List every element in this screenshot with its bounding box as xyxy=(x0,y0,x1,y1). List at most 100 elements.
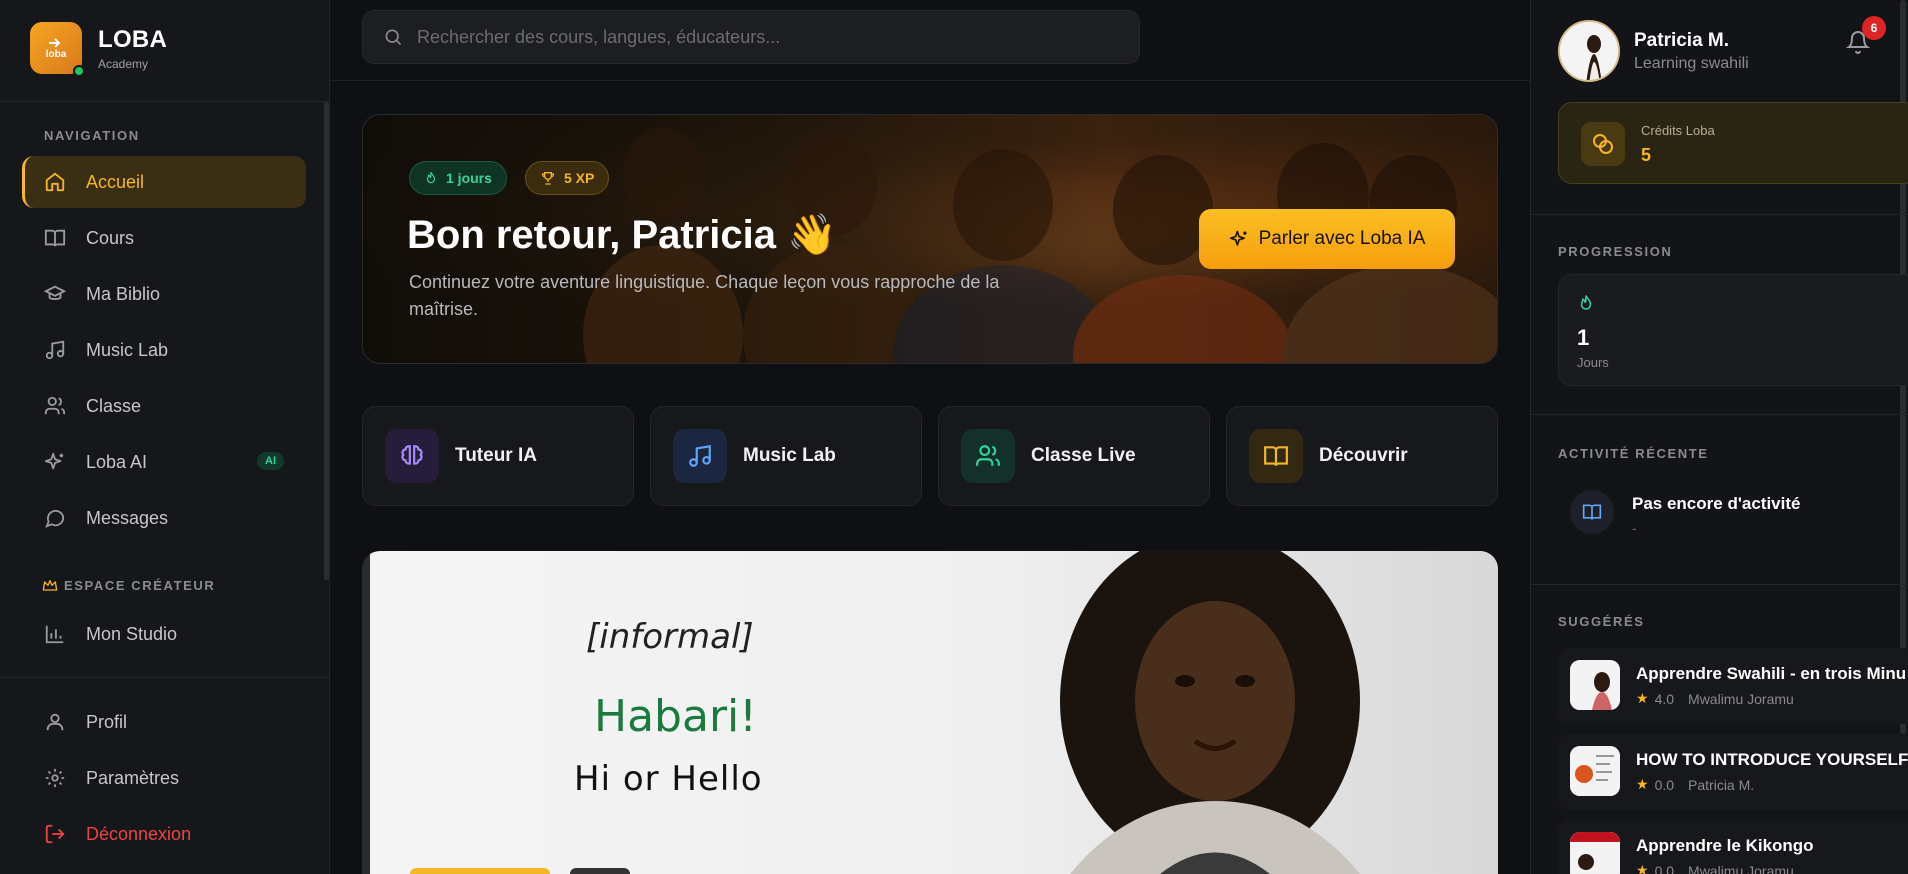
music-icon xyxy=(42,337,68,363)
quick-card-label: Découvrir xyxy=(1319,445,1408,466)
star-icon: ★ xyxy=(1636,862,1649,874)
quick-card-music-lab[interactable]: Music Lab xyxy=(650,406,922,506)
credits-card[interactable]: Crédits Loba 5 xyxy=(1558,102,1908,184)
user-name: Patricia M. xyxy=(1634,30,1730,51)
sidebar-scrollbar[interactable] xyxy=(324,102,329,580)
nav-item-cours[interactable]: Cours xyxy=(22,212,306,264)
video-tag xyxy=(570,868,630,874)
divider xyxy=(0,677,330,678)
flame-icon xyxy=(426,171,436,184)
nav-item-label: Mon Studio xyxy=(86,623,178,644)
quick-card-classe-live[interactable]: Classe Live xyxy=(938,406,1210,506)
users-icon xyxy=(961,429,1015,483)
nav-item-label: Loba AI xyxy=(86,451,148,472)
nav-item-classe[interactable]: Classe xyxy=(22,380,306,432)
course-rating: 0.0 xyxy=(1654,862,1675,874)
activity-empty-title: Pas encore d'activité xyxy=(1632,494,1801,513)
open-book-icon xyxy=(1570,490,1614,534)
nav-item-loba-ai[interactable]: Loba AI AI xyxy=(22,436,306,488)
graduation-cap-icon xyxy=(42,281,68,307)
logout-icon xyxy=(42,821,68,847)
quick-card-label: Classe Live xyxy=(1031,445,1136,466)
brand[interactable]: loba LOBA Academy xyxy=(30,22,168,77)
quick-card-tuteur-ia[interactable]: Tuteur IA xyxy=(362,406,634,506)
nav-item-accueil[interactable]: Accueil xyxy=(22,156,306,208)
nav-item-ma-biblio[interactable]: Ma Biblio xyxy=(22,268,306,320)
trophy-icon xyxy=(541,172,555,185)
home-icon xyxy=(42,169,68,195)
star-icon: ★ xyxy=(1636,690,1649,706)
divider xyxy=(0,101,330,102)
course-thumbnail xyxy=(1570,746,1620,796)
talk-to-loba-ai-button[interactable]: Parler avec Loba IA xyxy=(1199,209,1455,269)
crown-icon xyxy=(42,579,58,591)
logo-text: loba xyxy=(45,48,67,60)
nav-item-label: Profil xyxy=(86,711,128,732)
welcome-subtitle: Continuez votre aventure linguistique. C… xyxy=(409,272,1000,319)
user-learning-status: Learning swahili xyxy=(1634,55,1749,72)
nav-item-label: Music Lab xyxy=(86,339,169,360)
sidebar: loba LOBA Academy NAVIGATION Accueil Cou… xyxy=(0,0,330,874)
search-input[interactable] xyxy=(417,26,1097,48)
suggested-course-card[interactable]: Apprendre Swahili - en trois Minu ★ 4.0 … xyxy=(1558,648,1908,724)
search-icon xyxy=(385,29,402,46)
course-rating: 0.0 xyxy=(1654,776,1675,793)
video-caption-informal: [informal] xyxy=(586,617,754,657)
nav-item-label: Déconnexion xyxy=(86,823,192,844)
recent-activity-label: ACTIVITÉ RÉCENTE xyxy=(1558,446,1709,461)
course-author: Mwalimu Joramu xyxy=(1688,862,1794,874)
course-title: Apprendre le Kikongo xyxy=(1636,836,1814,855)
credits-label: Crédits Loba xyxy=(1641,123,1715,138)
nav-item-label: Cours xyxy=(86,227,135,248)
divider xyxy=(1530,584,1908,585)
book-icon xyxy=(42,225,68,251)
nav-item-profil[interactable]: Profil xyxy=(22,696,306,748)
message-icon xyxy=(42,505,68,531)
course-title: Apprendre Swahili - en trois Minu xyxy=(1636,664,1907,683)
suggested-course-card[interactable]: Apprendre le Kikongo ★ 0.0 Mwalimu Joram… xyxy=(1558,820,1908,874)
avatar[interactable] xyxy=(1558,20,1620,82)
progression-label: PROGRESSION xyxy=(1558,244,1673,259)
creator-label-text: ESPACE CRÉATEUR xyxy=(64,578,216,593)
nav-item-deconnexion[interactable]: Déconnexion xyxy=(22,808,306,860)
online-status-dot xyxy=(73,65,85,77)
star-icon: ★ xyxy=(1636,776,1649,792)
course-title: HOW TO INTRODUCE YOURSELF IN xyxy=(1636,750,1908,769)
welcome-hero: 1 jours 5 XP Bon retour, Patricia 👋 Cont… xyxy=(362,114,1498,364)
loba-logo: loba xyxy=(30,22,85,77)
divider xyxy=(330,80,1530,81)
course-thumbnail xyxy=(1570,660,1620,710)
activity-empty-sub: - xyxy=(1632,520,1637,536)
quick-card-label: Music Lab xyxy=(743,445,836,466)
streak-progress-card: 1 Jours xyxy=(1558,274,1908,386)
nav-item-parametres[interactable]: Paramètres xyxy=(22,752,306,804)
nav-item-music-lab[interactable]: Music Lab xyxy=(22,324,306,376)
lesson-video-preview[interactable]: [informal] Habari! Hi or Hello xyxy=(362,551,1498,874)
xp-chip-text: 5 XP xyxy=(564,170,595,186)
streak-days-unit: Jours xyxy=(1577,355,1609,370)
quick-card-decouvrir[interactable]: Découvrir xyxy=(1226,406,1498,506)
nav-item-label: Ma Biblio xyxy=(86,283,161,304)
quick-card-label: Tuteur IA xyxy=(455,445,537,466)
welcome-title: Bon retour, Patricia 👋 xyxy=(407,213,837,257)
divider xyxy=(1530,414,1908,415)
streak-chip-text: 1 jours xyxy=(446,170,492,186)
logo-mark-icon xyxy=(49,37,61,48)
users-icon xyxy=(42,393,68,419)
nav-item-mon-studio[interactable]: Mon Studio xyxy=(22,608,306,660)
ai-badge: AI xyxy=(257,452,284,470)
nav-item-messages[interactable]: Messages xyxy=(22,492,306,544)
gear-icon xyxy=(42,765,68,791)
course-rating: 4.0 xyxy=(1654,690,1675,707)
search-bar[interactable] xyxy=(362,10,1140,64)
music-icon xyxy=(673,429,727,483)
streak-days-value: 1 xyxy=(1577,325,1590,350)
divider xyxy=(1530,214,1908,215)
brain-icon xyxy=(385,429,439,483)
brand-name: LOBA xyxy=(98,25,168,53)
notification-count-badge: 6 xyxy=(1862,16,1886,40)
nav-item-label: Classe xyxy=(86,395,142,416)
suggested-course-card[interactable]: HOW TO INTRODUCE YOURSELF IN ★ 0.0 Patri… xyxy=(1558,734,1908,810)
nav-item-label: Messages xyxy=(86,507,169,528)
brand-subtitle: Academy xyxy=(98,56,149,71)
